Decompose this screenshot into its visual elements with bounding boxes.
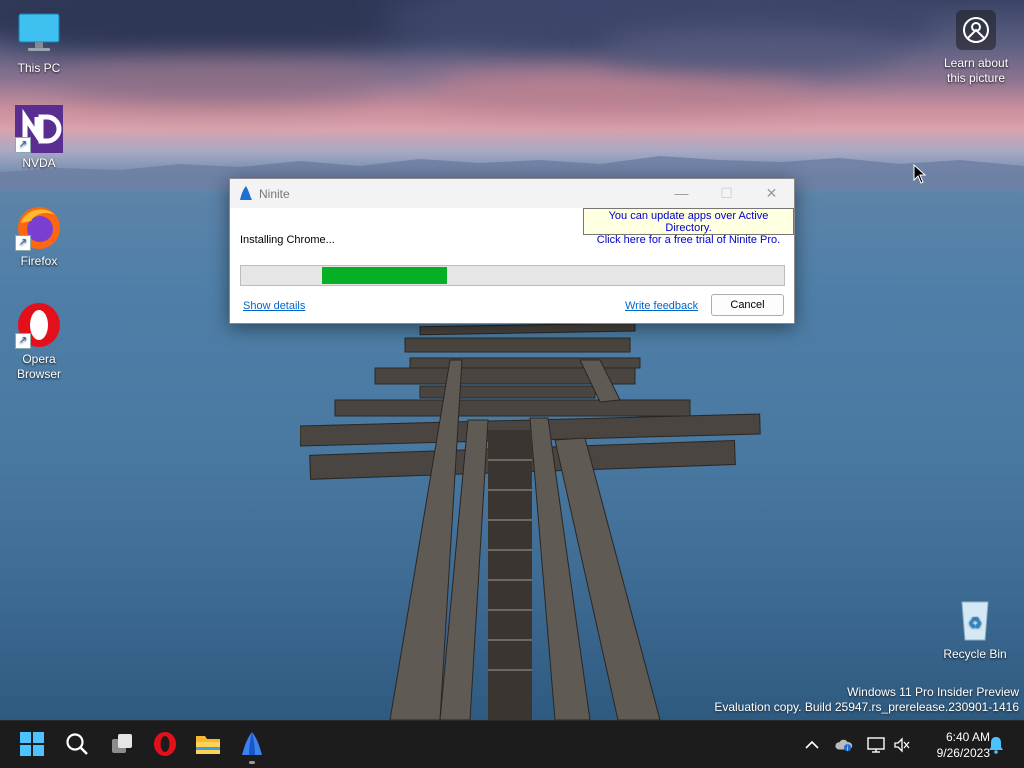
ninite-titlebar[interactable]: Ninite — ☐ ✕ [230,179,794,208]
desktop-icon-recycle-bin[interactable]: ♻ Recycle Bin [940,596,1010,662]
opera-icon: ↗ [15,301,63,349]
onedrive-icon: i [835,739,853,752]
volume-muted-icon [894,737,910,753]
taskbar-ninite-button[interactable] [237,729,267,759]
show-hidden-icons-button[interactable] [803,736,821,754]
task-view-button[interactable] [107,729,137,759]
ninite-icon [240,186,252,200]
desktop-icon-firefox[interactable]: ↗ Firefox [4,203,74,269]
search-button[interactable] [62,729,92,759]
shortcut-arrow-icon: ↗ [15,137,31,153]
watermark-line-2: Evaluation copy. Build 25947.rs_prerelea… [714,700,1019,714]
desktop-icon-label: Opera Browser [16,352,61,381]
maximize-button[interactable]: ☐ [704,179,749,208]
ninite-pro-ad-link[interactable]: You can update apps over Active Director… [583,208,794,246]
cancel-button[interactable]: Cancel [711,294,784,316]
install-progress-bar [240,265,785,286]
minimize-button[interactable]: — [659,179,704,208]
camera-spotlight-icon [956,10,996,50]
taskbar: i 6:40 AM 9/26/2023 [0,720,1024,768]
start-icon [20,732,44,756]
onedrive-tray-button[interactable]: i [835,736,853,754]
wooden-pier [300,322,761,720]
ninite-icon [242,732,262,755]
opera-icon [154,732,176,756]
recycle-bin-icon: ♻ [951,596,999,644]
desktop-icon-nvda[interactable]: ↗ NVDA [4,105,74,171]
notification-bell-icon [989,737,1003,754]
desktop-icon-label: NVDA [22,156,56,170]
install-status-text: Installing Chrome... [240,234,335,246]
network-icon [867,737,885,753]
svg-text:i: i [847,745,849,752]
search-icon [66,733,88,755]
desktop-wallpaper: This PC ↗ NVDA ↗ Firefox ↗ Opera Browser… [0,0,1024,720]
desktop-icon-this-pc[interactable]: This PC [4,10,74,76]
shortcut-arrow-icon: ↗ [15,235,31,251]
ninite-window: Ninite — ☐ ✕ You can update apps over Ac… [229,178,795,324]
taskbar-file-explorer-button[interactable] [193,729,223,759]
desktop-icon-label: Firefox [20,254,58,268]
show-details-link[interactable]: Show details [243,300,305,312]
desktop-icon-opera[interactable]: ↗ Opera Browser [4,301,74,382]
running-indicator [249,761,255,764]
desktop-icon-label: This PC [17,61,61,75]
watermark-line-1: Windows 11 Pro Insider Preview [847,685,1019,699]
clock[interactable]: 6:40 AM 9/26/2023 [918,729,990,761]
learn-about-picture[interactable]: Learn about this picture [940,10,1012,86]
file-explorer-icon [196,736,220,754]
ad-line-2: Click here for a free trial of Ninite Pr… [596,234,781,246]
clock-time: 6:40 AM [945,730,990,744]
start-button[interactable] [17,729,47,759]
ad-line-1: You can update apps over Active Director… [608,210,769,234]
learn-about-label: Learn about this picture [943,56,1009,85]
clock-date: 9/26/2023 [936,746,990,760]
windows-watermark: Windows 11 Pro Insider Preview Evaluatio… [714,685,1019,715]
close-button[interactable]: ✕ [749,179,794,208]
monitor-icon [15,10,63,58]
shortcut-arrow-icon: ↗ [15,333,31,349]
mouse-pointer-icon [913,164,927,184]
taskbar-opera-button[interactable] [150,729,180,759]
svg-text:♻: ♻ [968,613,982,632]
write-feedback-link[interactable]: Write feedback [625,300,698,312]
window-title: Ninite [259,187,290,201]
network-tray-button[interactable] [867,736,885,754]
task-view-icon [112,734,132,753]
notifications-button[interactable] [987,736,1005,754]
chevron-up-icon [805,740,819,749]
firefox-icon: ↗ [15,203,63,251]
volume-tray-button[interactable] [893,736,911,754]
nvda-icon: ↗ [15,105,63,153]
desktop-icon-label: Recycle Bin [943,647,1007,661]
progress-fill [322,267,447,284]
